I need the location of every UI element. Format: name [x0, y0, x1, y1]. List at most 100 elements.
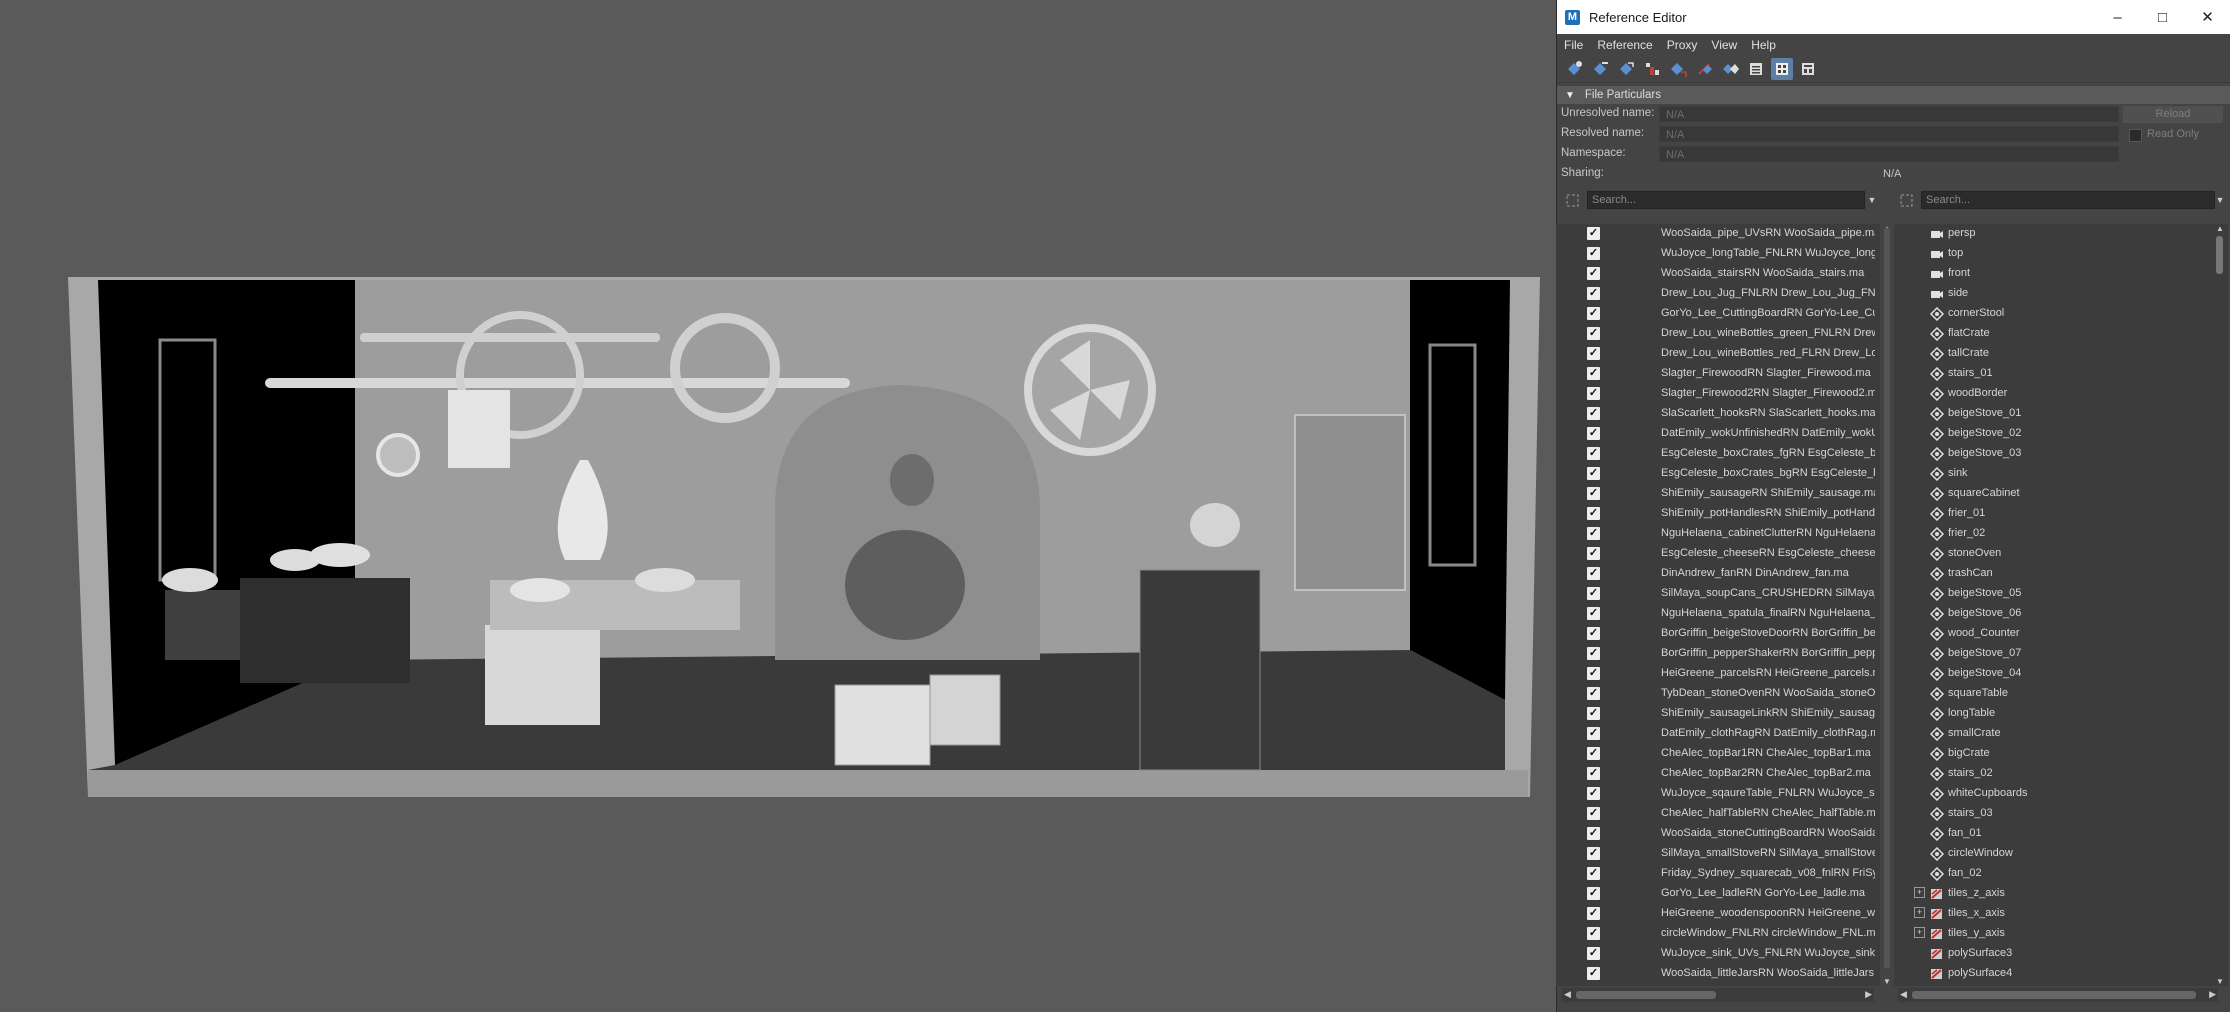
reference-loaded-checkbox[interactable]: ✓: [1587, 287, 1600, 300]
node-row[interactable]: circleWindow: [1894, 844, 2212, 864]
scroll-right-icon[interactable]: ▶: [2209, 989, 2216, 1000]
select-file-icon[interactable]: [1719, 58, 1741, 80]
node-row[interactable]: bigCrate: [1894, 744, 2212, 764]
node-row[interactable]: polySurface3: [1894, 944, 2212, 964]
node-row[interactable]: front: [1894, 264, 2212, 284]
reference-row[interactable]: ✓ SlaScarlett_hooksRN SlaScarlett_hooks.m…: [1556, 404, 1880, 424]
reference-row[interactable]: ✓ HeiGreene_woodenspoonRN HeiGreene_woode…: [1556, 904, 1880, 924]
expand-icon[interactable]: +: [1914, 887, 1925, 898]
reference-loaded-checkbox[interactable]: ✓: [1587, 867, 1600, 880]
right-search-input[interactable]: Search...: [1921, 191, 2215, 209]
node-row[interactable]: frier_02: [1894, 524, 2212, 544]
node-row[interactable]: frier_01: [1894, 504, 2212, 524]
menu-view[interactable]: View: [1711, 38, 1737, 52]
reference-loaded-checkbox[interactable]: ✓: [1587, 367, 1600, 380]
list-view-icon[interactable]: [1745, 58, 1767, 80]
reference-loaded-checkbox[interactable]: ✓: [1587, 267, 1600, 280]
file-particulars-header[interactable]: ▼ File Particulars: [1557, 86, 2230, 104]
reference-row[interactable]: ✓ SilMaya_smallStoveRN SilMaya_smallStove…: [1556, 844, 1880, 864]
reference-row[interactable]: ✓ HeiGreene_parcelsRN HeiGreene_parcels.m…: [1556, 664, 1880, 684]
reference-row[interactable]: ✓ ShiEmily_sausageRN ShiEmily_sausage.ma: [1556, 484, 1880, 504]
node-row[interactable]: woodBorder: [1894, 384, 2212, 404]
reference-row[interactable]: ✓ BorGriffin_pepperShakerRN BorGriffin_pe…: [1556, 644, 1880, 664]
reference-loaded-checkbox[interactable]: ✓: [1587, 847, 1600, 860]
read-only-checkbox[interactable]: [2129, 129, 2142, 142]
reference-loaded-checkbox[interactable]: ✓: [1587, 707, 1600, 720]
import-objects-icon[interactable]: [1667, 58, 1689, 80]
reference-loaded-checkbox[interactable]: ✓: [1587, 907, 1600, 920]
hscroll-thumb[interactable]: [1576, 991, 1716, 999]
menu-proxy[interactable]: Proxy: [1667, 38, 1698, 52]
node-row[interactable]: fan_01: [1894, 824, 2212, 844]
reference-row[interactable]: ✓ TybDean_stoneOvenRN WooSaida_stoneOven.…: [1556, 684, 1880, 704]
reference-row[interactable]: ✓ ShiEmily_potHandlesRN ShiEmily_potHandl…: [1556, 504, 1880, 524]
node-row[interactable]: side: [1894, 284, 2212, 304]
reference-row[interactable]: ✓ GorYo_Lee_CuttingBoardRN GorYo-Lee_Cutt…: [1556, 304, 1880, 324]
node-row[interactable]: beigeStove_04: [1894, 664, 2212, 684]
reference-row[interactable]: ✓ ShiEmily_sausageLinkRN ShiEmily_sausage…: [1556, 704, 1880, 724]
grid-view-icon[interactable]: [1771, 58, 1793, 80]
remove-reference-icon[interactable]: [1641, 58, 1663, 80]
reference-loaded-checkbox[interactable]: ✓: [1587, 527, 1600, 540]
node-row[interactable]: squareTable: [1894, 684, 2212, 704]
reference-row[interactable]: ✓ Friday_Sydney_squarecab_v08_fnlRN FriSy…: [1556, 864, 1880, 884]
minimize-button[interactable]: –: [2095, 0, 2140, 34]
reference-row[interactable]: ✓ WooSaida_stoneCuttingBoardRN WooSaida_s…: [1556, 824, 1880, 844]
scroll-left-icon[interactable]: ◀: [1564, 989, 1571, 1000]
reference-loaded-checkbox[interactable]: ✓: [1587, 387, 1600, 400]
reload-reference-icon[interactable]: [1615, 58, 1637, 80]
node-row[interactable]: persp: [1894, 224, 2212, 244]
reference-list[interactable]: ✓ WooSaida_pipe_UVsRN WooSaida_pipe.ma ✓ Wu…: [1556, 224, 1880, 986]
node-row[interactable]: trashCan: [1894, 564, 2212, 584]
reference-loaded-checkbox[interactable]: ✓: [1587, 467, 1600, 480]
reference-loaded-checkbox[interactable]: ✓: [1587, 627, 1600, 640]
reference-loaded-checkbox[interactable]: ✓: [1587, 967, 1600, 980]
menu-file[interactable]: File: [1564, 38, 1583, 52]
reference-loaded-checkbox[interactable]: ✓: [1587, 687, 1600, 700]
reference-loaded-checkbox[interactable]: ✓: [1587, 807, 1600, 820]
reference-row[interactable]: ✓ EsgCeleste_boxCrates_fgRN EsgCeleste_bo…: [1556, 444, 1880, 464]
reference-node-list[interactable]: persp top front side cornerStool flatCrate tal…: [1894, 224, 2212, 986]
reference-row[interactable]: ✓ CheAlec_topBar1RN CheAlec_topBar1.ma: [1556, 744, 1880, 764]
reference-loaded-checkbox[interactable]: ✓: [1587, 787, 1600, 800]
reference-row[interactable]: ✓ DatEmily_wokUnfinishedRN DatEmily_wokUn…: [1556, 424, 1880, 444]
node-row[interactable]: beigeStove_03: [1894, 444, 2212, 464]
reference-row[interactable]: ✓ WooSaida_stairsRN WooSaida_stairs.ma: [1556, 264, 1880, 284]
menu-help[interactable]: Help: [1751, 38, 1776, 52]
reference-row[interactable]: ✓ NguHelaena_spatula_finalRN NguHelaena_s…: [1556, 604, 1880, 624]
scroll-left-icon[interactable]: ◀: [1900, 989, 1907, 1000]
node-row[interactable]: stoneOven: [1894, 544, 2212, 564]
right-search-dropdown-icon[interactable]: ▼: [2213, 191, 2227, 209]
scroll-down-icon[interactable]: ▼: [2216, 977, 2224, 986]
reference-loaded-checkbox[interactable]: ✓: [1587, 827, 1600, 840]
resolved-name-field[interactable]: N/A: [1659, 126, 2119, 142]
reference-row[interactable]: ✓ SilMaya_soupCans_CRUSHEDRN SilMaya_soup…: [1556, 584, 1880, 604]
reference-row[interactable]: ✓ WooSaida_pipe_UVsRN WooSaida_pipe.ma: [1556, 224, 1880, 244]
node-row[interactable]: flatCrate: [1894, 324, 2212, 344]
reference-row[interactable]: ✓ NguHelaena_cabinetClutterRN NguHelaena_…: [1556, 524, 1880, 544]
reference-loaded-checkbox[interactable]: ✓: [1587, 947, 1600, 960]
node-row[interactable]: stairs_03: [1894, 804, 2212, 824]
node-list-scrollbar[interactable]: ▲ ▼: [2212, 224, 2228, 986]
reference-row[interactable]: ✓ Slagter_Firewood2RN Slagter_Firewood2.m…: [1556, 384, 1880, 404]
details-view-icon[interactable]: [1797, 58, 1819, 80]
scroll-up-icon[interactable]: ▲: [2216, 224, 2224, 233]
reference-row[interactable]: ✓ EsgCeleste_cheeseRN EsgCeleste_cheese.m…: [1556, 544, 1880, 564]
unresolved-name-field[interactable]: N/A: [1659, 106, 2119, 122]
reference-loaded-checkbox[interactable]: ✓: [1587, 647, 1600, 660]
node-row[interactable]: beigeStove_06: [1894, 604, 2212, 624]
node-row[interactable]: beigeStove_01: [1894, 404, 2212, 424]
duplicate-reference-icon[interactable]: [1693, 58, 1715, 80]
reference-loaded-checkbox[interactable]: ✓: [1587, 227, 1600, 240]
reference-loaded-checkbox[interactable]: ✓: [1587, 747, 1600, 760]
node-row[interactable]: whiteCupboards: [1894, 784, 2212, 804]
node-row[interactable]: beigeStove_02: [1894, 424, 2212, 444]
scroll-thumb[interactable]: [1884, 228, 1890, 968]
menu-reference[interactable]: Reference: [1597, 38, 1652, 52]
reference-row[interactable]: ✓ EsgCeleste_boxCrates_bgRN EsgCeleste_bo…: [1556, 464, 1880, 484]
reference-row[interactable]: ✓ circleWindow_FNLRN circleWindow_FNL.ma: [1556, 924, 1880, 944]
node-row[interactable]: + tiles_y_axis: [1894, 924, 2212, 944]
reference-loaded-checkbox[interactable]: ✓: [1587, 887, 1600, 900]
scroll-right-icon[interactable]: ▶: [1865, 989, 1872, 1000]
node-row[interactable]: tallCrate: [1894, 344, 2212, 364]
